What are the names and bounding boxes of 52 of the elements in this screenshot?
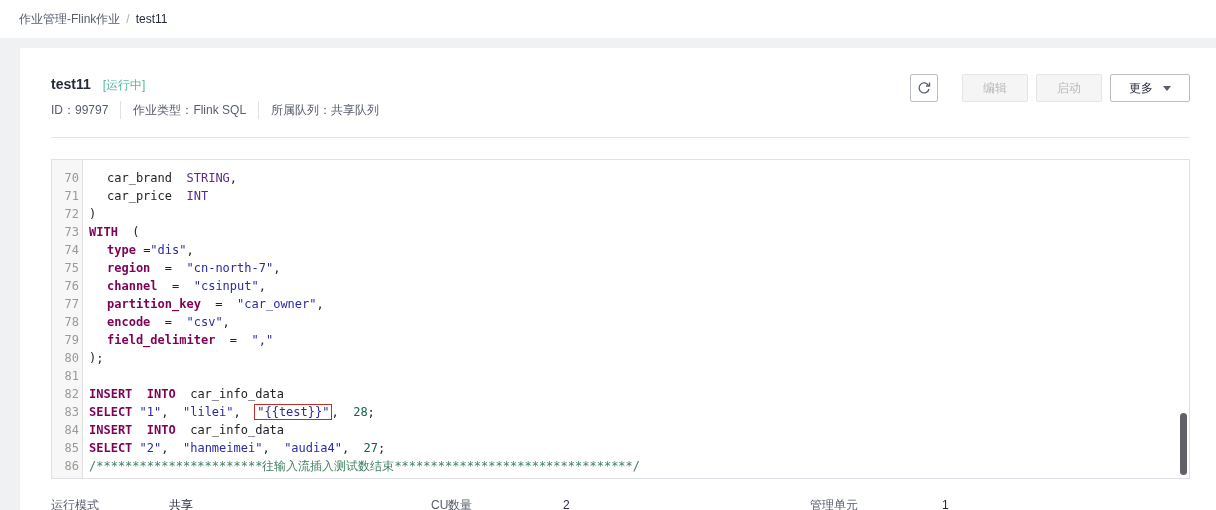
code-line: partition_key = "car_owner", (106, 296, 325, 313)
refresh-button[interactable] (910, 74, 938, 102)
line-number: 81 (63, 368, 80, 385)
detail-value: 2 (563, 498, 571, 510)
line-number: 75 (63, 260, 80, 277)
line-number: 82 (63, 386, 80, 403)
code-line: INSERT INTO car_info_data (88, 422, 286, 439)
line-number: 71 (63, 188, 80, 205)
job-meta-text: 作业类型：Flink SQL (120, 101, 247, 119)
highlighted-code: "{{test}}" (255, 405, 332, 419)
detail-label: 运行模式 (51, 498, 100, 510)
line-number: 74 (63, 242, 80, 259)
code-line: WITH ( (88, 224, 141, 241)
code-line: SELECT "1", "lilei", "{{test}}" , 28; (88, 404, 376, 421)
line-number: 79 (63, 332, 80, 349)
line-number: 78 (63, 314, 80, 331)
code-line: field_delimiter = "," (106, 332, 275, 349)
code-line: /***********************往输入流插入测试数结束*********************************/ (88, 458, 642, 475)
detail-value: 1 (942, 498, 950, 510)
code-line: car_price INT (106, 188, 210, 205)
line-number: 70 (63, 170, 80, 187)
code-line: channel = "csinput", (106, 278, 267, 295)
status-label: [运行中] (102, 77, 146, 94)
code-line: SELECT "2", "hanmeimei", "audia4", 27; (88, 440, 387, 457)
refresh-icon (917, 81, 931, 95)
code-line: INSERT INTO car_info_data (88, 386, 286, 403)
detail-label: 管理单元 (810, 498, 859, 510)
line-number: 84 (63, 422, 80, 439)
line-number: 72 (63, 206, 80, 223)
line-number: 85 (63, 440, 80, 457)
code-line: ) (88, 206, 98, 223)
breadcrumb-separator: / (126, 11, 130, 28)
line-number: 80 (63, 350, 80, 367)
code-line: type ="dis", (106, 242, 195, 259)
code-line: ); (88, 350, 105, 367)
line-number: 76 (63, 278, 80, 295)
code-line: encode = "csv", (106, 314, 231, 331)
scrollbar-thumb[interactable] (1180, 413, 1187, 475)
job-title: test11 (51, 75, 91, 94)
job-meta-text: 所属队列：共享队列 (258, 101, 380, 119)
breadcrumb-link[interactable]: 作业管理-Flink作业 (19, 10, 121, 28)
line-number: 73 (63, 224, 80, 241)
breadcrumb-current: test11 (135, 11, 168, 28)
line-number: 77 (63, 296, 80, 313)
job-meta-text: ID：99797 (51, 102, 109, 119)
more-dropdown[interactable]: 更多 (1110, 74, 1190, 102)
line-number: 83 (63, 404, 80, 421)
caret-icon (1163, 85, 1171, 91)
detail-label: CU数量 (431, 498, 474, 510)
line-number: 86 (63, 458, 80, 475)
code-line: region = "cn-north-7", (106, 260, 282, 277)
code-line: car_brand STRING, (106, 170, 239, 187)
